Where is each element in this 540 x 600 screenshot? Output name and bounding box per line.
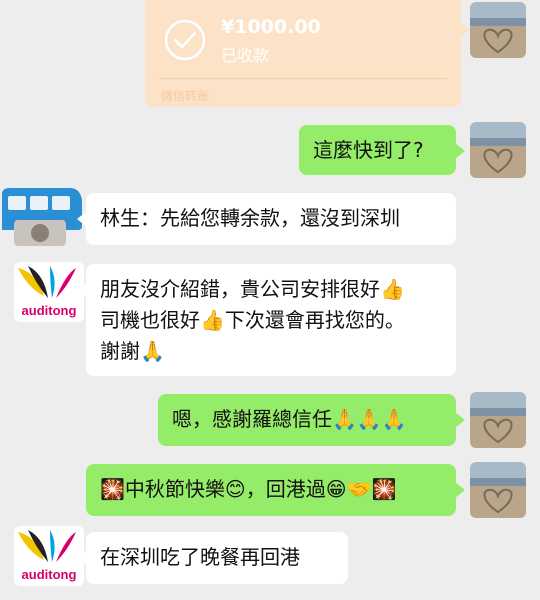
beach-heart-avatar-icon xyxy=(470,122,526,178)
message-text: 在深圳吃了晚餐再回港 xyxy=(100,545,300,569)
message-text: 🎇中秋節快樂😊，回港過😁🤝🎇 xyxy=(100,477,397,501)
message-text: 嗯，感謝羅總信任🙏🙏🙏 xyxy=(172,407,407,431)
message-bubble-sent[interactable]: 嗯，感謝羅總信任🙏🙏🙏 xyxy=(158,394,465,446)
transfer-divider xyxy=(159,78,447,79)
transfer-status: 已收款 xyxy=(221,46,270,65)
auditong-logo-icon xyxy=(18,530,76,562)
avatar-self[interactable] xyxy=(470,462,526,518)
message-bubble-sent[interactable]: 這麼快到了? xyxy=(299,125,465,175)
check-circle-icon xyxy=(164,19,206,61)
message-line: 朋友沒介紹錯，貴公司安排很好👍 xyxy=(100,277,405,301)
avatar-contact-bus[interactable] xyxy=(0,186,84,248)
auditong-logo-text: auditong xyxy=(21,303,77,318)
transfer-footer: 微信转账 xyxy=(161,89,210,103)
message-bubble-received[interactable]: 在深圳吃了晚餐再回港 xyxy=(77,532,348,584)
message-bubble-received[interactable]: 朋友沒介紹錯，貴公司安排很好👍 司機也很好👍下次還會再找您的。 謝謝🙏 xyxy=(77,264,456,376)
transfer-card[interactable]: ¥1000.00 已收款 微信转账 xyxy=(145,0,470,107)
message-text: 林生：先給您轉余款，還沒到深圳 xyxy=(100,206,400,230)
auditong-logo-icon xyxy=(18,266,76,298)
beach-heart-avatar-icon xyxy=(470,2,526,58)
auditong-logo-text: auditong xyxy=(21,567,77,582)
message-text: 這麼快到了? xyxy=(313,138,424,162)
avatar-self[interactable] xyxy=(470,392,526,448)
avatar-auditong[interactable]: auditong xyxy=(14,262,84,322)
message-bubble-received[interactable]: 林生：先給您轉余款，還沒到深圳 xyxy=(77,193,456,245)
beach-heart-avatar-icon xyxy=(470,392,526,448)
message-line: 司機也很好👍下次還會再找您的。 xyxy=(100,308,405,332)
message-bubble-sent[interactable]: 🎇中秋節快樂😊，回港過😁🤝🎇 xyxy=(86,464,465,516)
beach-heart-avatar-icon xyxy=(470,462,526,518)
avatar-auditong[interactable]: auditong xyxy=(14,526,84,586)
message-line: 謝謝🙏 xyxy=(100,339,165,363)
transfer-amount: ¥1000.00 xyxy=(221,16,321,38)
avatar-self[interactable] xyxy=(470,122,526,178)
avatar-self[interactable] xyxy=(470,2,526,58)
bus-icon xyxy=(2,188,82,246)
